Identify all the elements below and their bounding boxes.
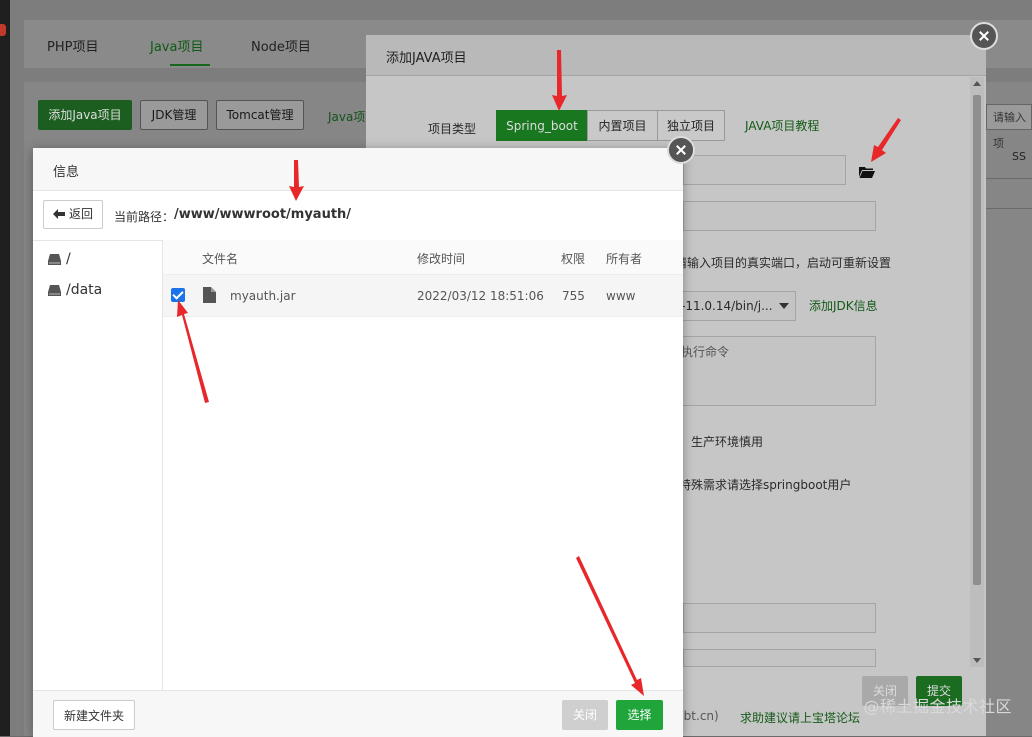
column-owner[interactable]: 所有者: [606, 250, 642, 267]
scroll-thumb[interactable]: [973, 95, 981, 585]
run-user-hint-text: 特殊需求请选择springboot用户: [679, 478, 852, 492]
file-dialog-title: 信息: [53, 165, 80, 180]
type-spring-boot-button[interactable]: Spring_boot: [496, 110, 588, 141]
file-owner: www: [606, 289, 636, 303]
row-checkbox[interactable]: [171, 288, 185, 302]
java-dialog-header: 添加JAVA项目: [366, 35, 986, 76]
type-standalone-button[interactable]: 独立项目: [657, 110, 725, 141]
file-table-header: 文件名 修改时间 权限 所有者: [163, 240, 683, 275]
column-permission[interactable]: 权限: [561, 250, 585, 267]
project-name-input[interactable]: [683, 201, 876, 231]
java-tutorial-link-bg[interactable]: Java项: [328, 108, 365, 125]
table-row[interactable]: myauth.jar 2022/03/12 18:51:06 755 www: [163, 275, 683, 317]
disk-label: /: [66, 251, 71, 267]
file-icon: [203, 287, 216, 303]
scroll-down-icon[interactable]: [973, 658, 981, 663]
port-hint-text: 请输入项目的真实端口，启动可重新设置: [675, 256, 892, 270]
sidebar-indicator: [0, 24, 6, 36]
current-path-value: /www/wwwroot/myauth/: [174, 207, 352, 222]
column-modified[interactable]: 修改时间: [417, 250, 465, 267]
jdk-select-value: -11.0.14/bin/j...: [681, 299, 773, 313]
tab-node[interactable]: Node项目: [251, 36, 311, 55]
file-dialog-header: 信息: [33, 148, 683, 191]
close-button[interactable]: 关闭: [562, 700, 608, 730]
add-java-project-button[interactable]: 添加Java项目: [38, 100, 132, 130]
tab-java[interactable]: Java项目: [150, 36, 203, 55]
jdk-manage-button[interactable]: JDK管理: [140, 100, 208, 130]
footer-site-text: (bt.cn): [679, 709, 719, 723]
file-dialog-footer: 新建文件夹 关闭 选择: [33, 690, 683, 737]
java-dialog-close-icon[interactable]: [970, 22, 998, 50]
start-command-textarea[interactable]: 执行命令: [676, 336, 876, 406]
env-warning-text: ，生产环境慎用: [679, 435, 764, 449]
watermark-text: @稀土掘金技术社区: [863, 697, 1012, 716]
path-bar: 返回 当前路径： /www/wwwroot/myauth/: [33, 190, 683, 241]
chevron-down-icon: [779, 303, 789, 309]
new-folder-button[interactable]: 新建文件夹: [53, 700, 135, 730]
active-tab-underline: [170, 64, 210, 66]
project-type-label: 项目类型: [428, 122, 477, 136]
java-tutorial-link[interactable]: JAVA项目教程: [745, 117, 819, 134]
file-modified: 2022/03/12 18:51:06: [417, 289, 544, 303]
java-dialog-title: 添加JAVA项目: [386, 51, 467, 66]
java-dialog-scrollbar[interactable]: [970, 77, 984, 667]
command-placeholder: 执行命令: [681, 345, 730, 359]
folder-open-icon[interactable]: [859, 166, 875, 178]
forum-link[interactable]: 求助建议请上宝塔论坛: [740, 709, 860, 726]
tab-php[interactable]: PHP项目: [47, 36, 98, 55]
current-path-label: 当前路径：: [114, 210, 175, 224]
file-dialog-close-icon[interactable]: [667, 136, 695, 164]
jdk-select[interactable]: -11.0.14/bin/j...: [676, 291, 796, 321]
table-divider: [986, 178, 1032, 179]
add-jdk-link[interactable]: 添加JDK信息: [809, 297, 878, 314]
left-sidebar: [0, 0, 10, 736]
type-builtin-button[interactable]: 内置项目: [587, 110, 658, 141]
disk-list: / /data: [33, 240, 163, 690]
file-permission: 755: [562, 289, 585, 303]
file-select-dialog: 信息 返回 当前路径： /www/wwwroot/myauth/ / /data: [33, 148, 683, 737]
table-divider: [986, 208, 1032, 209]
tomcat-manage-button[interactable]: Tomcat管理: [216, 100, 304, 130]
remark-input[interactable]: [683, 603, 876, 633]
project-search-input[interactable]: 请输入项: [986, 104, 1032, 150]
arrow-left-icon: [53, 209, 65, 219]
file-table: 文件名 修改时间 权限 所有者 myauth.jar 2022/03/12 18…: [163, 240, 683, 690]
hard-drive-icon: [48, 254, 61, 265]
select-button[interactable]: 选择: [616, 700, 663, 730]
column-filename[interactable]: 文件名: [202, 250, 238, 267]
hard-drive-icon: [48, 285, 61, 296]
extra-input[interactable]: [683, 649, 876, 667]
disk-label: /data: [66, 282, 103, 298]
table-column-header: SS: [1012, 150, 1026, 163]
scroll-up-icon[interactable]: [973, 81, 981, 86]
back-button[interactable]: 返回: [43, 200, 103, 229]
project-jar-path-input[interactable]: [683, 155, 846, 185]
file-name[interactable]: myauth.jar: [230, 289, 296, 303]
back-button-label: 返回: [69, 207, 94, 221]
